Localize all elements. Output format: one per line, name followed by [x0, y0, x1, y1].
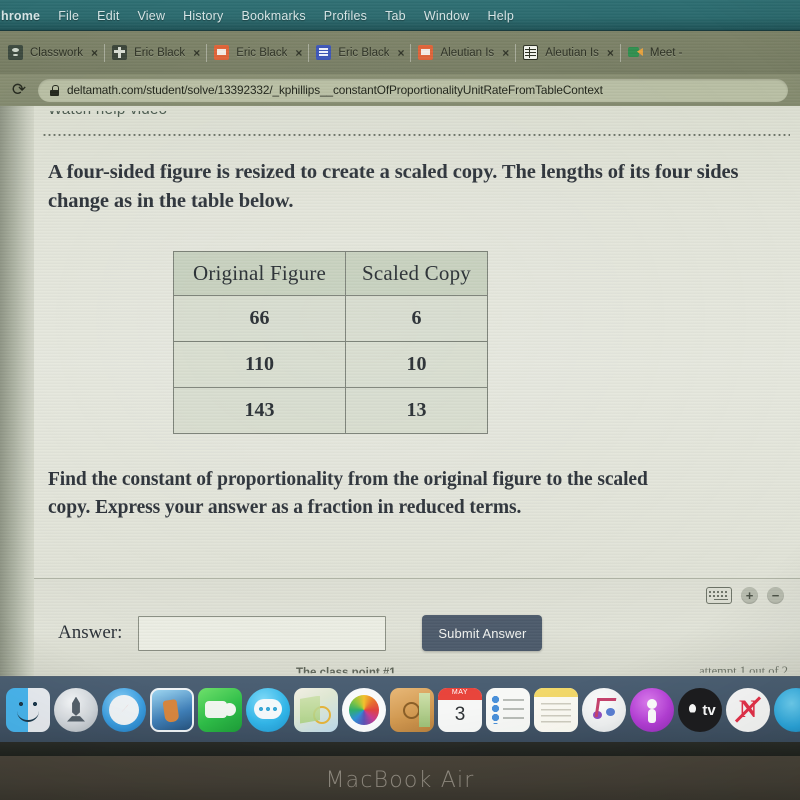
google-docs-icon: [316, 45, 332, 60]
answer-panel: + − Answer: Submit Answer The class poin…: [34, 578, 800, 676]
browser-tab[interactable]: Eric Black ×: [308, 38, 410, 68]
menu-item-history[interactable]: History: [174, 9, 232, 23]
photos-icon[interactable]: [342, 687, 386, 732]
menu-item-edit[interactable]: Edit: [88, 9, 128, 23]
zoom-out-button[interactable]: −: [767, 587, 784, 604]
extra-app-icon[interactable]: [774, 687, 800, 732]
google-sheets-icon: [523, 45, 539, 60]
tab-title: Eric Black: [236, 46, 288, 59]
screen-bottom-edge: [0, 742, 800, 756]
table-header-original-figure: Original Figure: [173, 251, 346, 296]
browser-tab[interactable]: Eric Black ×: [104, 38, 206, 68]
browser-toolbar: ⟳ deltamath.com/student/solve/13392332/_…: [0, 74, 800, 106]
table-cell-original: 143: [173, 387, 346, 434]
reminders-icon[interactable]: [486, 687, 530, 732]
maps-icon[interactable]: [294, 687, 338, 732]
google-classroom-icon: [8, 45, 23, 60]
attempt-counter: attempt 1 out of 2: [699, 664, 788, 676]
device-label: MacBook Air: [325, 768, 475, 793]
menu-item-window[interactable]: Window: [415, 9, 479, 23]
question-prompt-primary: A four-sided figure is resized to create…: [48, 161, 739, 212]
menu-item-view[interactable]: View: [129, 9, 175, 23]
mail-icon[interactable]: [150, 687, 194, 732]
menu-item-profiles[interactable]: Profiles: [315, 9, 376, 23]
tab-close-icon[interactable]: ×: [397, 47, 404, 59]
lock-icon: [50, 84, 59, 96]
table-row: 66 6: [173, 295, 488, 342]
tab-close-icon[interactable]: ×: [193, 47, 200, 59]
launchpad-icon[interactable]: [54, 687, 98, 732]
finder-icon[interactable]: [6, 687, 50, 732]
google-slides-icon: [418, 45, 434, 60]
macos-menubar: hrome File Edit View History Bookmarks P…: [0, 0, 800, 31]
table-cell-original: 110: [173, 341, 346, 388]
tab-close-icon[interactable]: ×: [295, 47, 302, 59]
answer-tools: + −: [706, 587, 784, 604]
menu-item-tab[interactable]: Tab: [376, 9, 415, 23]
menu-item-bookmarks[interactable]: Bookmarks: [232, 9, 314, 23]
macos-dock: MAY 3: [0, 676, 800, 742]
zoom-in-button[interactable]: +: [741, 587, 758, 604]
tab-title: Classwork: [30, 46, 84, 59]
calendar-month: MAY: [451, 688, 469, 696]
table-cell-scaled: 6: [345, 295, 488, 342]
table-cell-scaled: 13: [345, 387, 488, 434]
calendar-icon[interactable]: MAY 3: [438, 687, 482, 732]
tab-title: Aleutian Is: [440, 46, 495, 59]
keyboard-icon[interactable]: [706, 587, 732, 604]
google-slides-icon: [214, 45, 230, 60]
podcasts-icon[interactable]: [630, 687, 674, 732]
google-drive-icon: [112, 45, 128, 60]
watch-help-video-link[interactable]: Watch help video: [48, 111, 167, 118]
menu-item-chrome[interactable]: hrome: [0, 9, 49, 23]
browser-tab-strip: Classwork × Eric Black × Eric Black × Er…: [0, 31, 800, 74]
tab-title: Meet -: [649, 46, 683, 59]
tab-title: Eric Black: [338, 46, 390, 59]
table-cell-original: 66: [173, 295, 346, 342]
table-row: 143 13: [173, 387, 488, 434]
answer-label: Answer:: [58, 622, 123, 643]
menu-item-help[interactable]: Help: [479, 9, 524, 23]
menu-item-file[interactable]: File: [49, 9, 88, 23]
browser-tab[interactable]: Aleutian Is ×: [515, 38, 620, 68]
notes-icon[interactable]: [534, 687, 578, 732]
address-bar[interactable]: deltamath.com/student/solve/13392332/_kp…: [38, 78, 788, 102]
url-text: deltamath.com/student/solve/13392332/_kp…: [67, 83, 603, 97]
laptop-bezel: MacBook Air: [0, 756, 800, 800]
calendar-day: 3: [454, 703, 466, 725]
submit-answer-button[interactable]: Submit Answer: [422, 615, 543, 651]
table-cell-scaled: 10: [345, 341, 488, 388]
table-row: 110 10: [173, 341, 488, 388]
news-icon[interactable]: [726, 687, 770, 732]
tab-close-icon[interactable]: ×: [607, 47, 614, 59]
page-left-edge: [0, 106, 34, 676]
itunes-icon[interactable]: [582, 687, 626, 732]
messages-icon[interactable]: [246, 687, 290, 732]
laptop-photo: hrome File Edit View History Bookmarks P…: [0, 0, 800, 800]
tab-title: Eric Black: [134, 46, 186, 59]
contacts-icon[interactable]: [390, 687, 434, 732]
answer-row: Answer: Submit Answer: [58, 615, 543, 651]
browser-tab[interactable]: Eric Black ×: [206, 38, 308, 68]
reload-icon[interactable]: ⟳: [8, 79, 30, 101]
tab-close-icon[interactable]: ×: [502, 47, 509, 59]
safari-icon[interactable]: [102, 687, 146, 732]
tab-title: Aleutian Is: [545, 46, 599, 59]
class-point-text: The class point #1: [296, 667, 396, 676]
question-prompt-secondary: Find the constant of proportionality fro…: [48, 469, 648, 518]
answer-input[interactable]: [138, 615, 387, 651]
table-header-scaled-copy: Scaled Copy: [345, 251, 488, 296]
browser-tab[interactable]: Meet -: [619, 38, 689, 68]
browser-tab[interactable]: Aleutian Is ×: [410, 38, 515, 68]
tab-close-icon[interactable]: ×: [91, 47, 98, 59]
google-meet-icon: [627, 45, 643, 60]
browser-tab[interactable]: Classwork ×: [0, 38, 104, 68]
dotted-divider: [42, 134, 790, 136]
page-viewport: Watch help video A four-sided figure is …: [0, 106, 800, 676]
data-table-wrapper: Original Figure Scaled Copy 66 6 110 10: [173, 251, 488, 434]
apple-tv-icon[interactable]: [678, 687, 731, 732]
facetime-icon[interactable]: [198, 687, 242, 732]
table-header-row: Original Figure Scaled Copy: [173, 251, 488, 296]
side-lengths-table: Original Figure Scaled Copy 66 6 110 10: [173, 251, 488, 434]
